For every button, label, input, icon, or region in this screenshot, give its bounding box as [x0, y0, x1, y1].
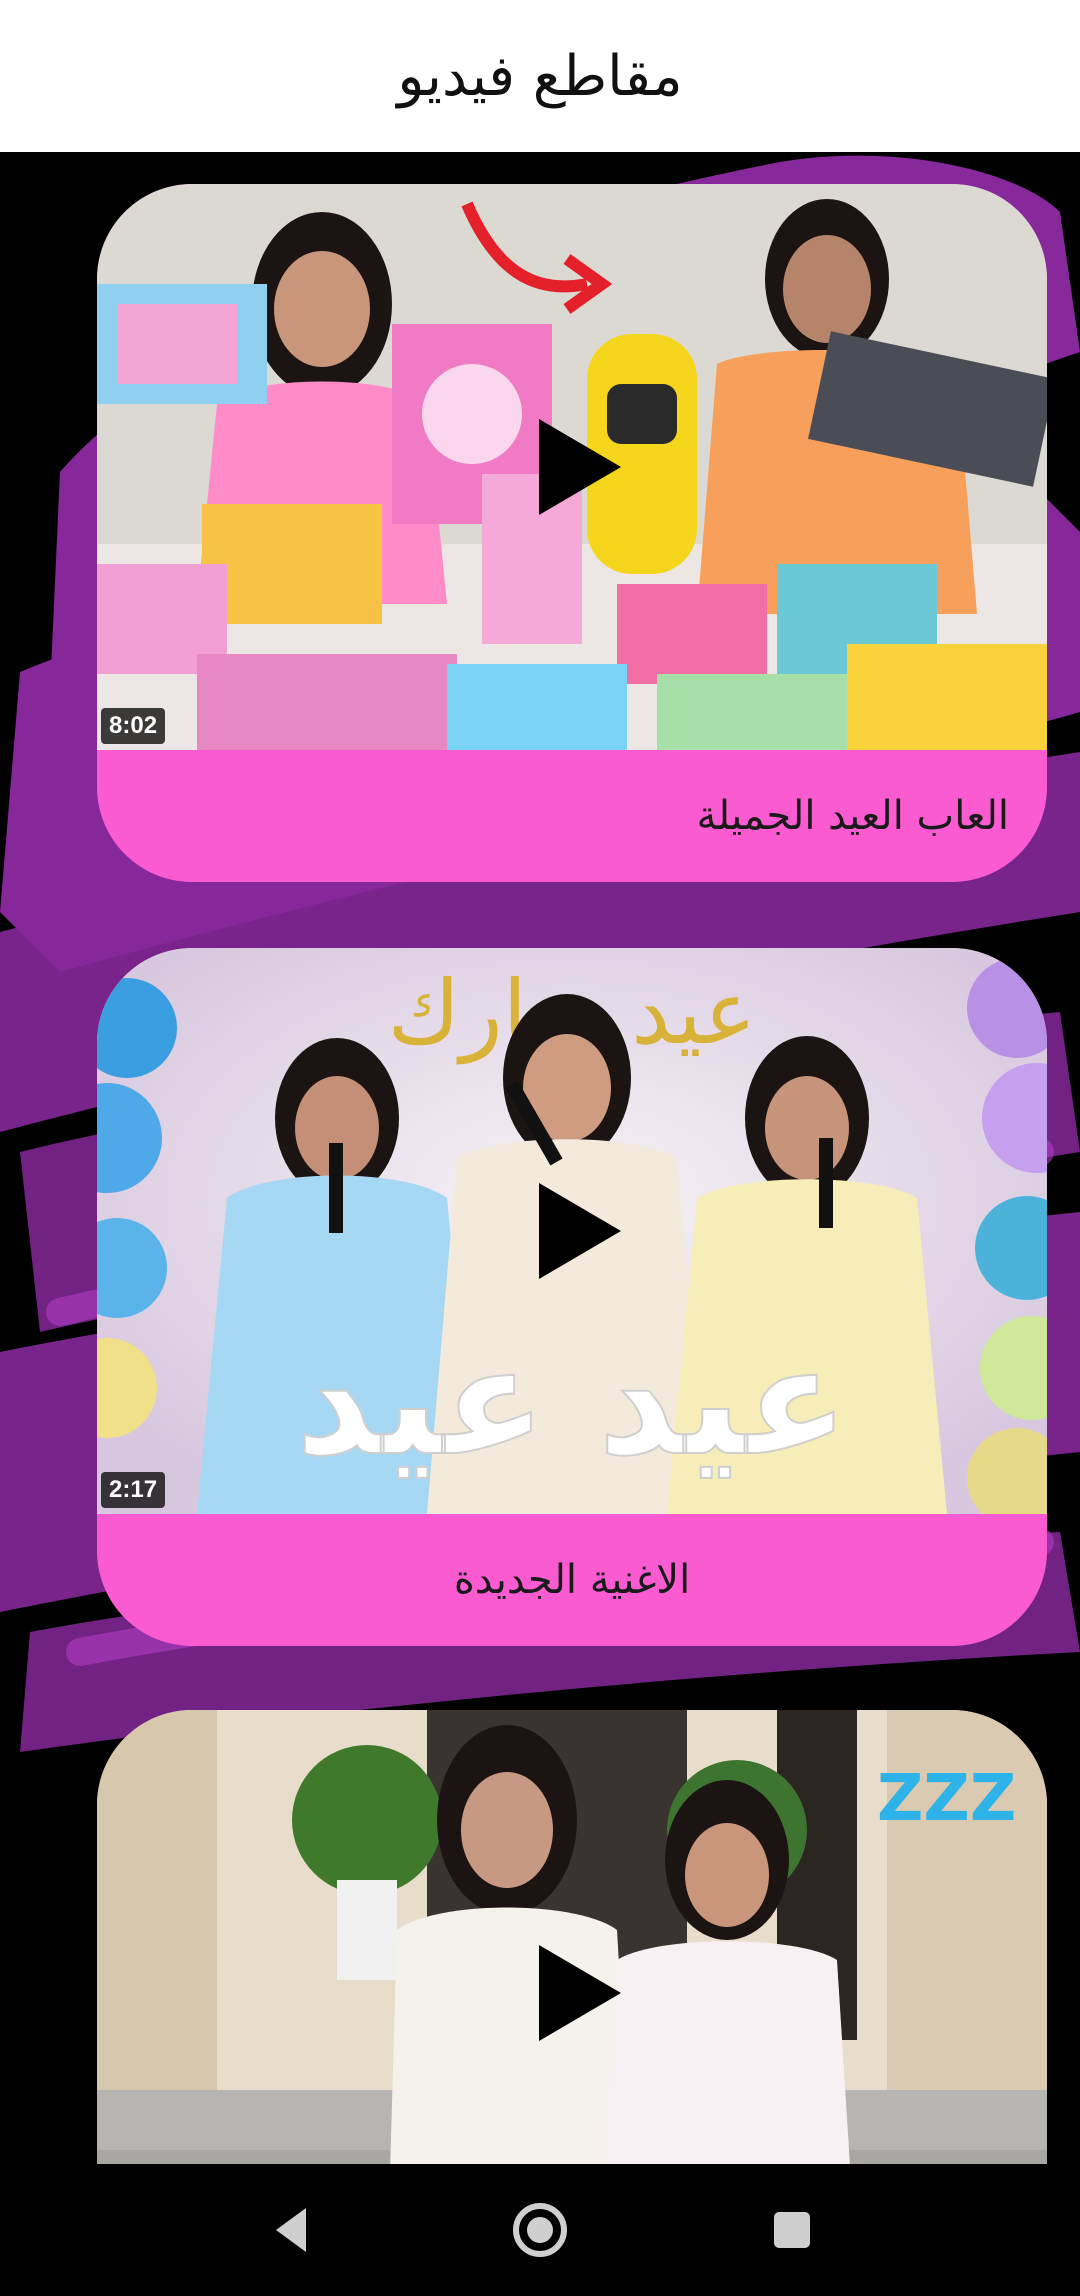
video-card[interactable]: ZZZ — [97, 1710, 1047, 2164]
video-title[interactable]: الاغنية الجديدة — [97, 1514, 1047, 1646]
play-button[interactable] — [539, 1945, 621, 2041]
play-button[interactable] — [539, 1183, 621, 1279]
sleep-zzz-art: ZZZ — [877, 1762, 1016, 1836]
system-navigation-bar — [0, 2164, 1080, 2296]
video-duration: 2:17 — [101, 1472, 166, 1508]
video-duration: 8:02 — [101, 708, 166, 744]
play-button[interactable] — [539, 419, 621, 515]
app-screen: مقاطع فيديو 8:02 العاب العيد الجميلة عيد… — [0, 0, 1080, 2296]
app-header: مقاطع فيديو — [0, 0, 1080, 152]
sleepy-girls-image: ZZZ — [97, 1710, 1047, 2164]
home-icon[interactable] — [510, 2200, 570, 2260]
video-thumbnail[interactable]: ZZZ — [97, 1710, 1047, 2164]
video-card[interactable]: عيد مبارك عيد عيد 2:17 الاغنية الجديدة — [97, 948, 1047, 1646]
page-title: مقاطع فيديو — [397, 43, 683, 109]
eid-song-title-art: عيد عيد — [296, 1315, 849, 1489]
video-feed[interactable]: 8:02 العاب العيد الجميلة عيد مبارك عيد ع… — [0, 152, 1080, 2164]
recents-icon[interactable] — [762, 2200, 822, 2260]
video-title[interactable]: العاب العيد الجميلة — [97, 750, 1047, 882]
video-thumbnail[interactable]: عيد مبارك عيد عيد 2:17 — [97, 948, 1047, 1514]
video-thumbnail[interactable]: 8:02 — [97, 184, 1047, 750]
video-card[interactable]: 8:02 العاب العيد الجميلة — [97, 184, 1047, 882]
back-icon[interactable] — [262, 2200, 322, 2260]
